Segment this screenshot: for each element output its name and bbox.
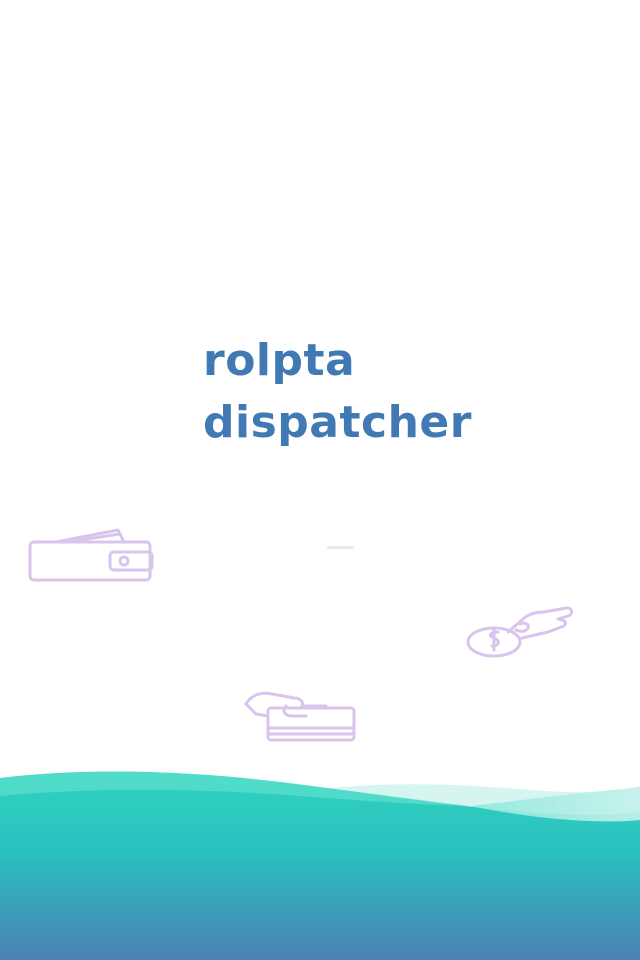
app-title-line-1: rolpta — [203, 335, 356, 386]
app-title-line-2: dispatcher — [203, 397, 472, 448]
app-title: rolpta dispatcher — [203, 330, 503, 454]
splash-screen: rolpta dispatcher — [0, 0, 640, 960]
hand-giving-coin-icon — [464, 602, 580, 662]
hand-taking-cash-icon — [242, 688, 360, 748]
loading-indicator — [327, 546, 354, 549]
wallet-icon — [26, 522, 158, 588]
bottom-wave-decoration — [0, 771, 640, 960]
